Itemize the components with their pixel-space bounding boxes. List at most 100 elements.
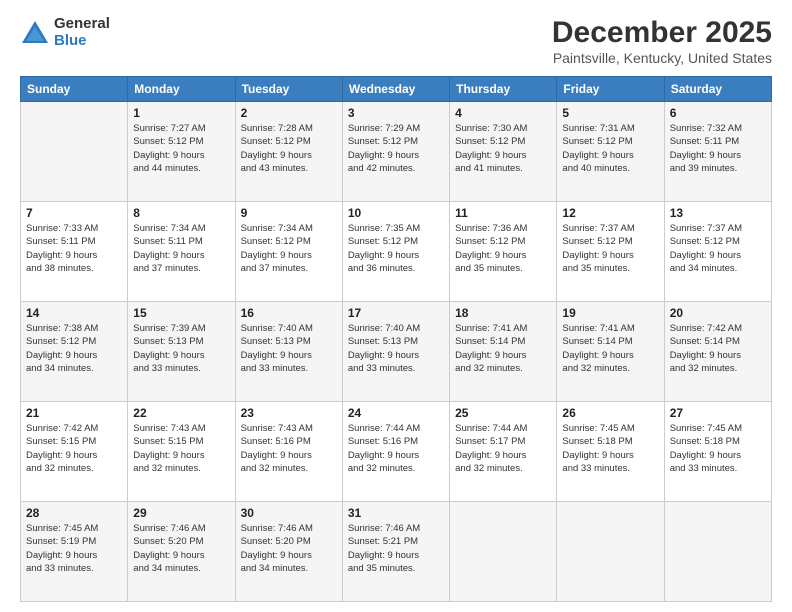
calendar-cell: 12Sunrise: 7:37 AM Sunset: 5:12 PM Dayli… xyxy=(557,202,664,302)
calendar-cell xyxy=(557,502,664,602)
day-info: Sunrise: 7:35 AM Sunset: 5:12 PM Dayligh… xyxy=(348,222,444,275)
day-info: Sunrise: 7:41 AM Sunset: 5:14 PM Dayligh… xyxy=(455,322,551,375)
calendar-header-row: SundayMondayTuesdayWednesdayThursdayFrid… xyxy=(21,77,772,102)
day-number: 2 xyxy=(241,106,337,120)
title-block: December 2025 Paintsville, Kentucky, Uni… xyxy=(552,16,772,66)
calendar-cell: 24 Sunrise: 7:44 AM Sunset: 5:16 PM Dayli… xyxy=(342,402,449,502)
calendar-table: SundayMondayTuesdayWednesdayThursdayFrid… xyxy=(20,76,772,602)
day-number: 26 xyxy=(562,406,658,420)
calendar-cell: 23Sunrise: 7:43 AM Sunset: 5:16 PM Dayli… xyxy=(235,402,342,502)
calendar-header-friday: Friday xyxy=(557,77,664,102)
day-number: 18 xyxy=(455,306,551,320)
day-info: Sunrise: 7:46 AM Sunset: 5:20 PM Dayligh… xyxy=(133,522,229,575)
day-number: 29 xyxy=(133,506,229,520)
calendar-cell: 3 Sunrise: 7:29 AM Sunset: 5:12 PM Daylig… xyxy=(342,102,449,202)
calendar-cell: 4Sunrise: 7:30 AM Sunset: 5:12 PM Daylig… xyxy=(450,102,557,202)
day-info: Sunrise: 7:39 AM Sunset: 5:13 PM Dayligh… xyxy=(133,322,229,375)
logo-icon xyxy=(20,19,50,47)
calendar-cell: 5 Sunrise: 7:31 AM Sunset: 5:12 PM Daylig… xyxy=(557,102,664,202)
day-number: 11 xyxy=(455,206,551,220)
page: General Blue December 2025 Paintsville, … xyxy=(0,0,792,612)
day-number: 27 xyxy=(670,406,766,420)
calendar-cell: 7 Sunrise: 7:33 AM Sunset: 5:11 PM Daylig… xyxy=(21,202,128,302)
day-info: Sunrise: 7:41 AM Sunset: 5:14 PM Dayligh… xyxy=(562,322,658,375)
day-info: Sunrise: 7:31 AM Sunset: 5:12 PM Dayligh… xyxy=(562,122,658,175)
calendar-header-saturday: Saturday xyxy=(664,77,771,102)
day-number: 30 xyxy=(241,506,337,520)
day-number: 17 xyxy=(348,306,444,320)
calendar-cell xyxy=(664,502,771,602)
calendar-cell: 27 Sunrise: 7:45 AM Sunset: 5:18 PM Dayli… xyxy=(664,402,771,502)
calendar-cell: 13 Sunrise: 7:37 AM Sunset: 5:12 PM Dayli… xyxy=(664,202,771,302)
header: General Blue December 2025 Paintsville, … xyxy=(20,16,772,66)
calendar-cell: 20 Sunrise: 7:42 AM Sunset: 5:14 PM Dayli… xyxy=(664,302,771,402)
day-info: Sunrise: 7:42 AM Sunset: 5:15 PM Dayligh… xyxy=(26,422,122,475)
day-info: Sunrise: 7:30 AM Sunset: 5:12 PM Dayligh… xyxy=(455,122,551,175)
day-info: Sunrise: 7:33 AM Sunset: 5:11 PM Dayligh… xyxy=(26,222,122,275)
day-info: Sunrise: 7:34 AM Sunset: 5:12 PM Dayligh… xyxy=(241,222,337,275)
calendar-cell: 15 Sunrise: 7:39 AM Sunset: 5:13 PM Dayli… xyxy=(128,302,235,402)
day-number: 21 xyxy=(26,406,122,420)
day-number: 1 xyxy=(133,106,229,120)
day-info: Sunrise: 7:37 AM Sunset: 5:12 PM Dayligh… xyxy=(670,222,766,275)
day-info: Sunrise: 7:45 AM Sunset: 5:18 PM Dayligh… xyxy=(670,422,766,475)
calendar-header-wednesday: Wednesday xyxy=(342,77,449,102)
calendar-header-thursday: Thursday xyxy=(450,77,557,102)
day-info: Sunrise: 7:40 AM Sunset: 5:13 PM Dayligh… xyxy=(241,322,337,375)
day-number: 20 xyxy=(670,306,766,320)
calendar-cell: 26 Sunrise: 7:45 AM Sunset: 5:18 PM Dayli… xyxy=(557,402,664,502)
day-number: 6 xyxy=(670,106,766,120)
day-number: 8 xyxy=(133,206,229,220)
calendar-cell: 8 Sunrise: 7:34 AM Sunset: 5:11 PM Daylig… xyxy=(128,202,235,302)
calendar-cell: 2Sunrise: 7:28 AM Sunset: 5:12 PM Daylig… xyxy=(235,102,342,202)
day-info: Sunrise: 7:46 AM Sunset: 5:21 PM Dayligh… xyxy=(348,522,444,575)
day-number: 13 xyxy=(670,206,766,220)
day-info: Sunrise: 7:44 AM Sunset: 5:16 PM Dayligh… xyxy=(348,422,444,475)
calendar-cell: 17Sunrise: 7:40 AM Sunset: 5:13 PM Dayli… xyxy=(342,302,449,402)
calendar-header-monday: Monday xyxy=(128,77,235,102)
day-number: 24 xyxy=(348,406,444,420)
logo: General Blue xyxy=(20,16,110,49)
logo-general-text: General xyxy=(54,16,110,33)
day-number: 5 xyxy=(562,106,658,120)
calendar-cell: 14 Sunrise: 7:38 AM Sunset: 5:12 PM Dayli… xyxy=(21,302,128,402)
day-number: 25 xyxy=(455,406,551,420)
day-number: 10 xyxy=(348,206,444,220)
day-info: Sunrise: 7:44 AM Sunset: 5:17 PM Dayligh… xyxy=(455,422,551,475)
day-info: Sunrise: 7:36 AM Sunset: 5:12 PM Dayligh… xyxy=(455,222,551,275)
calendar-cell xyxy=(21,102,128,202)
day-info: Sunrise: 7:29 AM Sunset: 5:12 PM Dayligh… xyxy=(348,122,444,175)
calendar-cell: 11 Sunrise: 7:36 AM Sunset: 5:12 PM Dayli… xyxy=(450,202,557,302)
day-number: 14 xyxy=(26,306,122,320)
day-info: Sunrise: 7:45 AM Sunset: 5:18 PM Dayligh… xyxy=(562,422,658,475)
calendar-week-row: 28Sunrise: 7:45 AM Sunset: 5:19 PM Dayli… xyxy=(21,502,772,602)
calendar-cell: 21 Sunrise: 7:42 AM Sunset: 5:15 PM Dayli… xyxy=(21,402,128,502)
calendar-cell: 29 Sunrise: 7:46 AM Sunset: 5:20 PM Dayli… xyxy=(128,502,235,602)
main-title: December 2025 xyxy=(552,16,772,50)
day-number: 22 xyxy=(133,406,229,420)
day-number: 12 xyxy=(562,206,658,220)
calendar-week-row: 14 Sunrise: 7:38 AM Sunset: 5:12 PM Dayli… xyxy=(21,302,772,402)
day-number: 28 xyxy=(26,506,122,520)
day-number: 31 xyxy=(348,506,444,520)
day-info: Sunrise: 7:43 AM Sunset: 5:15 PM Dayligh… xyxy=(133,422,229,475)
logo-blue-text: Blue xyxy=(54,33,110,50)
day-info: Sunrise: 7:46 AM Sunset: 5:20 PM Dayligh… xyxy=(241,522,337,575)
calendar-cell: 22 Sunrise: 7:43 AM Sunset: 5:15 PM Dayli… xyxy=(128,402,235,502)
day-info: Sunrise: 7:27 AM Sunset: 5:12 PM Dayligh… xyxy=(133,122,229,175)
day-number: 3 xyxy=(348,106,444,120)
calendar-week-row: 1 Sunrise: 7:27 AM Sunset: 5:12 PM Daylig… xyxy=(21,102,772,202)
calendar-cell: 18 Sunrise: 7:41 AM Sunset: 5:14 PM Dayli… xyxy=(450,302,557,402)
calendar-cell: 28Sunrise: 7:45 AM Sunset: 5:19 PM Dayli… xyxy=(21,502,128,602)
day-number: 7 xyxy=(26,206,122,220)
day-info: Sunrise: 7:43 AM Sunset: 5:16 PM Dayligh… xyxy=(241,422,337,475)
day-info: Sunrise: 7:38 AM Sunset: 5:12 PM Dayligh… xyxy=(26,322,122,375)
calendar-cell: 25 Sunrise: 7:44 AM Sunset: 5:17 PM Dayli… xyxy=(450,402,557,502)
day-number: 16 xyxy=(241,306,337,320)
day-number: 15 xyxy=(133,306,229,320)
subtitle: Paintsville, Kentucky, United States xyxy=(552,50,772,66)
day-info: Sunrise: 7:34 AM Sunset: 5:11 PM Dayligh… xyxy=(133,222,229,275)
calendar-cell: 9Sunrise: 7:34 AM Sunset: 5:12 PM Daylig… xyxy=(235,202,342,302)
day-info: Sunrise: 7:42 AM Sunset: 5:14 PM Dayligh… xyxy=(670,322,766,375)
calendar-cell: 10 Sunrise: 7:35 AM Sunset: 5:12 PM Dayli… xyxy=(342,202,449,302)
